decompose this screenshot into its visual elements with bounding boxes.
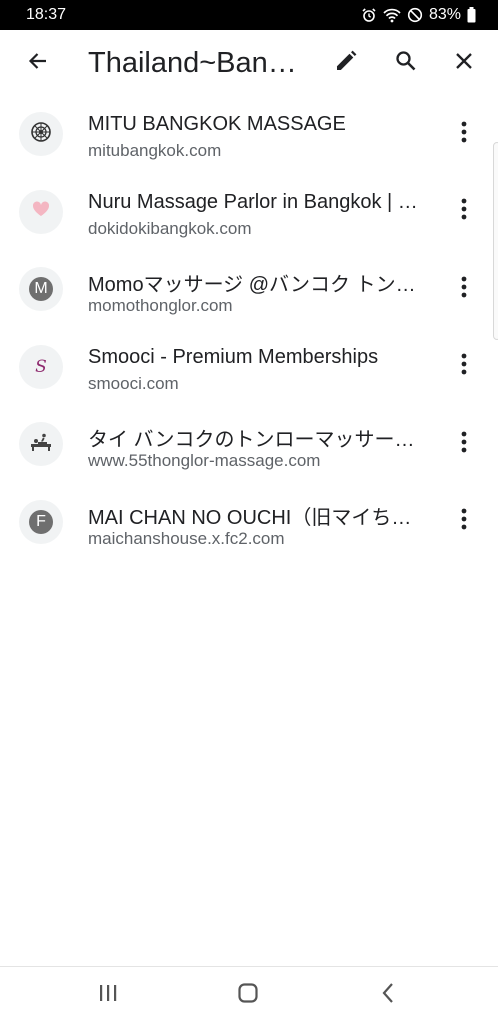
bookmark-item[interactable]: タイ バンコクのトンローマッサー… www.55thonglor-massage… [0, 406, 498, 484]
more-options-button[interactable] [446, 347, 482, 387]
more-vert-icon [461, 121, 467, 148]
emblem-icon [29, 120, 53, 149]
favicon: F [19, 499, 63, 544]
more-options-button[interactable] [446, 192, 482, 232]
battery-icon [467, 7, 476, 23]
edit-pencil-icon [334, 49, 358, 78]
bookmark-item[interactable]: S Smooci - Premium Memberships smooci.co… [0, 329, 498, 407]
bookmark-url: momothonglor.com [88, 296, 233, 315]
search-button[interactable] [382, 30, 430, 96]
bookmark-title: MAI CHAN NO OUCHI（旧マイちゃ… [88, 506, 428, 529]
alarm-icon [361, 7, 377, 23]
close-icon [453, 50, 475, 77]
more-options-button[interactable] [446, 114, 482, 154]
bookmark-item[interactable]: M Momoマッサージ @バンコク トン… momothonglor.com [0, 251, 498, 329]
script-s-icon: S [35, 356, 47, 377]
more-vert-icon [461, 508, 467, 535]
more-vert-icon [461, 353, 467, 380]
more-options-button[interactable] [446, 269, 482, 309]
wifi-icon [383, 7, 401, 23]
bookmark-title: Nuru Massage Parlor in Bangkok | … [88, 190, 418, 213]
favicon [19, 189, 63, 234]
more-options-button[interactable] [446, 502, 482, 542]
bookmark-folder-toolbar: Thailand~Ban… [0, 30, 498, 96]
massage-bed-icon [29, 432, 53, 457]
bookmark-title: MITU BANGKOK MASSAGE [88, 113, 346, 135]
back-arrow-icon [26, 49, 50, 78]
home-icon [237, 982, 259, 1009]
battery-percent: 83% [428, 6, 461, 23]
status-icons: 83% [361, 6, 476, 24]
bookmark-title: タイ バンコクのトンローマッサー… [88, 429, 415, 451]
bookmark-url: dokidokibangkok.com [88, 218, 252, 238]
bookmark-title: Smooci - Premium Memberships [88, 345, 379, 368]
bookmark-url: smooci.com [88, 373, 179, 393]
favicon: M [19, 267, 63, 311]
letter-badge-icon: F [29, 509, 53, 534]
bookmark-url: mitubangkok.com [88, 141, 222, 160]
bookmark-item[interactable]: Nuru Massage Parlor in Bangkok | … dokid… [0, 174, 498, 252]
status-bar: 18:37 83% [0, 0, 498, 30]
bookmark-url: www.55thonglor-massage.com [88, 451, 321, 470]
back-icon [380, 982, 396, 1009]
more-vert-icon [461, 431, 467, 458]
more-options-button[interactable] [446, 424, 482, 464]
scroll-edge-indicator [493, 142, 498, 340]
heart-icon [32, 201, 50, 222]
favicon: S [19, 344, 63, 389]
favicon [19, 112, 63, 156]
bookmark-list: MITU BANGKOK MASSAGE mitubangkok.com Nur… [0, 96, 498, 561]
system-nav-bar [0, 966, 498, 1024]
close-button[interactable] [440, 30, 488, 96]
status-time: 18:37 [26, 6, 67, 23]
recent-apps-button[interactable] [78, 967, 138, 1024]
more-vert-icon [461, 276, 467, 303]
more-vert-icon [461, 198, 467, 225]
bookmark-item[interactable]: F MAI CHAN NO OUCHI（旧マイちゃ… maichanshouse… [0, 484, 498, 562]
bookmark-title: Momoマッサージ @バンコク トン… [88, 274, 416, 296]
bookmark-item[interactable]: MITU BANGKOK MASSAGE mitubangkok.com [0, 96, 498, 174]
recent-apps-icon [97, 983, 119, 1008]
back-button[interactable] [14, 30, 62, 96]
nav-back-button[interactable] [358, 967, 418, 1024]
do-not-disturb-icon [407, 7, 423, 23]
favicon [19, 422, 63, 466]
letter-badge-icon: M [29, 277, 53, 301]
bookmark-url: maichanshouse.x.fc2.com [88, 528, 285, 548]
edit-folder-button[interactable] [322, 30, 370, 96]
search-icon [394, 49, 418, 78]
folder-title: Thailand~Ban… [88, 46, 297, 79]
home-button[interactable] [218, 967, 278, 1024]
